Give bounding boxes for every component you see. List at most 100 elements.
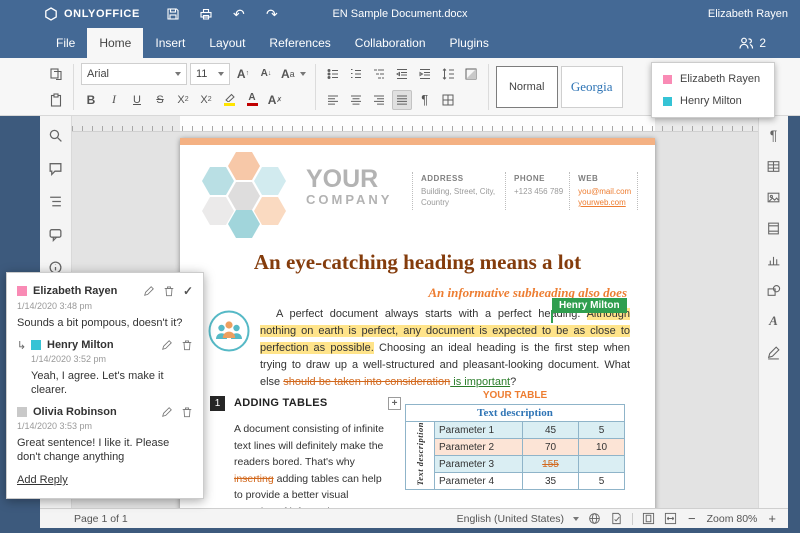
increase-indent-button[interactable] xyxy=(415,64,435,84)
style-label: Normal xyxy=(509,81,544,93)
tab-collaboration[interactable]: Collaboration xyxy=(343,28,438,58)
tab-file[interactable]: File xyxy=(44,28,87,58)
align-center-button[interactable] xyxy=(346,90,366,110)
edit-comment-button[interactable] xyxy=(143,285,155,297)
superscript-button[interactable]: X2 xyxy=(196,90,216,110)
search-icon[interactable] xyxy=(47,126,65,144)
header-footer-settings-icon[interactable] xyxy=(765,219,783,237)
align-left-button[interactable] xyxy=(323,90,343,110)
users-button[interactable]: 2 xyxy=(738,28,766,58)
signature-settings-icon[interactable] xyxy=(765,343,783,361)
image-settings-icon[interactable] xyxy=(765,188,783,206)
delete-comment-button[interactable] xyxy=(181,339,193,351)
decrease-indent-button[interactable] xyxy=(392,64,412,84)
table-cell[interactable]: 35 xyxy=(523,473,579,490)
paragraph-shading-button[interactable] xyxy=(461,64,481,84)
chevron-down-icon xyxy=(573,517,579,521)
style-georgia[interactable]: Georgia xyxy=(561,66,623,108)
clear-style-button[interactable]: A✗ xyxy=(265,90,285,110)
increase-font-button[interactable]: A↑ xyxy=(233,64,253,84)
paste-button[interactable] xyxy=(46,90,66,110)
table-cell[interactable]: 5 xyxy=(579,473,625,490)
document-page[interactable]: YOUR COMPANY ADDRESS Building, Street, C… xyxy=(180,138,655,508)
add-reply-link[interactable]: Add Reply xyxy=(17,474,68,486)
fit-page-button[interactable] xyxy=(642,512,655,525)
table-cell[interactable]: 70 xyxy=(523,439,579,456)
underline-button[interactable]: U xyxy=(127,90,147,110)
tab-insert[interactable]: Insert xyxy=(143,28,197,58)
subscript-button[interactable]: X2 xyxy=(173,90,193,110)
redo-button[interactable]: ↷ xyxy=(263,5,281,23)
table-header-cell[interactable]: Text description xyxy=(406,405,625,422)
nonprinting-characters-button[interactable]: ¶ xyxy=(415,90,435,110)
font-name-select[interactable]: Arial xyxy=(81,63,187,85)
document-table[interactable]: Text description Text description Parame… xyxy=(405,404,625,490)
decrease-font-button[interactable]: A↓ xyxy=(256,64,276,84)
company-name: YOUR COMPANY xyxy=(306,166,392,207)
chart-settings-icon[interactable] xyxy=(765,250,783,268)
chevron-down-icon xyxy=(218,72,224,76)
bullet-list-button[interactable] xyxy=(323,64,343,84)
highlight-color-button[interactable] xyxy=(219,90,239,110)
table-cell[interactable] xyxy=(579,456,625,473)
zoom-out-button[interactable]: − xyxy=(686,511,698,526)
section-paragraph[interactable]: A document consisting of infinite text l… xyxy=(234,421,387,508)
zoom-in-button[interactable]: + xyxy=(766,511,778,526)
align-justify-button[interactable] xyxy=(392,90,412,110)
delete-comment-button[interactable] xyxy=(163,285,175,297)
text-art-settings-icon[interactable]: A xyxy=(765,312,783,330)
web-label: WEB xyxy=(578,174,631,183)
multilevel-list-button[interactable] xyxy=(369,64,389,84)
table-cell[interactable]: 5 xyxy=(579,422,625,439)
italic-button[interactable]: I xyxy=(104,90,124,110)
chat-icon[interactable] xyxy=(47,225,65,243)
fit-width-button[interactable] xyxy=(664,512,677,525)
tab-plugins[interactable]: Plugins xyxy=(438,28,501,58)
line-spacing-button[interactable] xyxy=(438,64,458,84)
style-normal[interactable]: Normal xyxy=(496,66,558,108)
menu-tab-bar: File Home Insert Layout References Colla… xyxy=(0,28,800,58)
table-cell[interactable]: 155 xyxy=(523,456,579,473)
language-selector[interactable]: English (United States) xyxy=(457,513,579,525)
edit-comment-button[interactable] xyxy=(161,339,173,351)
table-cell[interactable]: 10 xyxy=(579,439,625,456)
copy-button[interactable] xyxy=(46,64,66,84)
spell-check-button[interactable] xyxy=(610,512,623,525)
font-size-select[interactable]: 11 xyxy=(190,63,230,85)
body-paragraph[interactable]: A perfect document always starts with a … xyxy=(260,306,630,391)
table-cell[interactable]: Parameter 3 xyxy=(435,456,523,473)
paragraph-settings-icon[interactable]: ¶ xyxy=(765,126,783,144)
user-list-item[interactable]: Henry Milton xyxy=(652,90,774,112)
undo-button[interactable]: ↶ xyxy=(230,5,248,23)
align-right-button[interactable] xyxy=(369,90,389,110)
borders-button[interactable] xyxy=(438,90,458,110)
numbered-list-button[interactable] xyxy=(346,64,366,84)
table-cell[interactable]: Parameter 2 xyxy=(435,439,523,456)
app-name: ONLYOFFICE xyxy=(64,8,140,20)
table-side-cell[interactable]: Text description xyxy=(406,422,435,490)
delete-comment-button[interactable] xyxy=(181,406,193,418)
tab-references[interactable]: References xyxy=(257,28,342,58)
shape-settings-icon[interactable] xyxy=(765,281,783,299)
save-button[interactable] xyxy=(164,5,182,23)
change-case-button[interactable]: Aa xyxy=(279,64,308,84)
table-cell[interactable]: 45 xyxy=(523,422,579,439)
tab-home[interactable]: Home xyxy=(87,28,143,58)
font-color-button[interactable]: A xyxy=(242,90,262,110)
resolve-comment-button[interactable]: ✓ xyxy=(183,284,193,298)
table-settings-icon[interactable] xyxy=(765,157,783,175)
set-language-button[interactable] xyxy=(588,512,601,525)
user-list-item[interactable]: Elizabeth Rayen xyxy=(652,68,774,90)
table-move-handle[interactable]: + xyxy=(388,397,401,410)
navigation-icon[interactable] xyxy=(47,192,65,210)
edit-comment-button[interactable] xyxy=(161,406,173,418)
tab-layout[interactable]: Layout xyxy=(197,28,257,58)
user-name: Elizabeth Rayen xyxy=(680,73,760,85)
comments-icon[interactable] xyxy=(47,159,65,177)
bold-button[interactable]: B xyxy=(81,90,101,110)
table-cell[interactable]: Parameter 1 xyxy=(435,422,523,439)
print-button[interactable] xyxy=(197,5,215,23)
strikethrough-button[interactable]: S xyxy=(150,90,170,110)
horizontal-ruler[interactable] xyxy=(72,116,758,132)
table-cell[interactable]: Parameter 4 xyxy=(435,473,523,490)
